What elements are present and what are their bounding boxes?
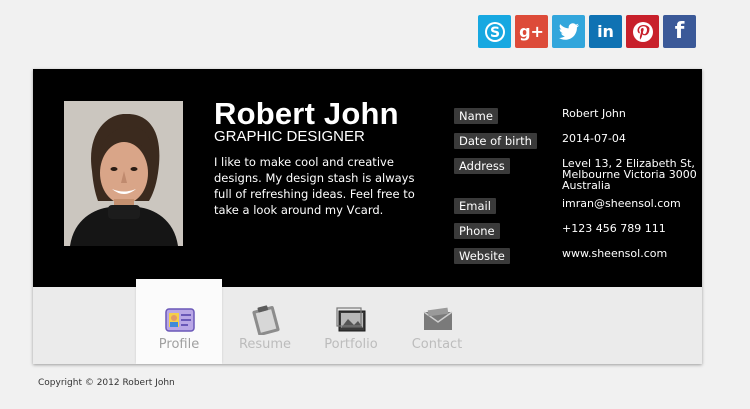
profile-title: GRAPHIC DESIGNER — [214, 128, 365, 145]
address-value: Level 13, 2 Elizabeth St, Melbourne Vict… — [562, 157, 697, 192]
website-value[interactable]: www.sheensol.com — [562, 248, 702, 259]
photos-icon — [336, 305, 368, 335]
google-plus-icon[interactable]: g+ — [515, 15, 548, 48]
tab-profile-label: Profile — [158, 337, 200, 352]
dob-label: Date of birth — [454, 133, 537, 149]
social-bar: S g+ in f — [478, 15, 696, 48]
linkedin-glyph: in — [597, 22, 614, 41]
profile-photo — [64, 101, 183, 246]
nav-tabs: Profile Resume Portfolio Contact — [136, 279, 480, 364]
linkedin-icon[interactable]: in — [589, 15, 622, 48]
tab-resume-label: Resume — [238, 337, 292, 352]
profile-card-icon — [164, 305, 196, 335]
vcard: Robert John GRAPHIC DESIGNER I like to m… — [33, 69, 702, 364]
card-header: Robert John GRAPHIC DESIGNER I like to m… — [33, 69, 702, 287]
tab-resume[interactable]: Resume — [222, 279, 308, 364]
phone-label: Phone — [454, 223, 500, 239]
facebook-icon[interactable]: f — [663, 15, 696, 48]
website-label: Website — [454, 248, 510, 264]
tab-contact[interactable]: Contact — [394, 279, 480, 364]
name-label: Name — [454, 108, 498, 124]
tab-portfolio[interactable]: Portfolio — [308, 279, 394, 364]
copyright: Copyright © 2012 Robert John — [38, 378, 175, 388]
svg-text:S: S — [489, 25, 499, 41]
mail-icon — [422, 305, 454, 335]
profile-bio: I like to make cool and creative designs… — [214, 155, 415, 217]
clipboard-icon — [250, 305, 282, 336]
phone-value: +123 456 789 111 — [562, 222, 666, 235]
google-plus-glyph: g+ — [519, 22, 544, 41]
email-label: Email — [454, 198, 496, 214]
pinterest-icon[interactable] — [626, 15, 659, 48]
name-value: Robert John — [562, 107, 626, 120]
facebook-glyph: f — [674, 19, 685, 44]
skype-icon[interactable]: S — [478, 15, 511, 48]
tab-portfolio-label: Portfolio — [324, 337, 378, 352]
twitter-icon[interactable] — [552, 15, 585, 48]
email-value[interactable]: imran@sheensol.com — [562, 198, 702, 209]
profile-name: Robert John — [214, 96, 399, 131]
address-label: Address — [454, 158, 510, 174]
tab-profile[interactable]: Profile — [136, 279, 222, 364]
dob-value: 2014-07-04 — [562, 132, 626, 145]
tab-contact-label: Contact — [411, 337, 463, 352]
